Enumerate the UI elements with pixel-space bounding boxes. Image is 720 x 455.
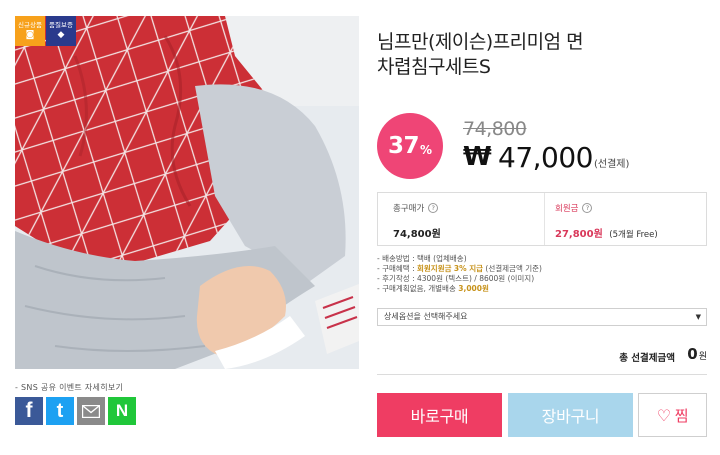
currency-symbol: ₩ — [463, 142, 492, 172]
buy-now-button[interactable]: 바로구매 — [377, 393, 502, 437]
original-price: 74,800 — [463, 118, 527, 140]
facebook-icon: f — [25, 399, 33, 422]
product-title-line2: 차렵침구세트S — [377, 56, 491, 78]
facebook-share-button[interactable]: f — [15, 397, 43, 425]
member-subsidy: 회원지원금 — [417, 264, 452, 273]
membership-sub: (5개월 Free) — [609, 230, 658, 240]
individual-shipping-prefix: - 구매계획없음, 개별배송 — [377, 284, 459, 293]
wishlist-button[interactable]: ♡ 찜 — [638, 393, 707, 437]
total-purchase-price: 총구매가 ? 74,800원 — [378, 193, 544, 245]
option-select[interactable]: 상세옵션을 선택해주세요 ▼ — [377, 308, 707, 326]
price-info-box: 총구매가 ? 74,800원 회원금 ? 27,800원 (5개월 Free) — [377, 192, 707, 246]
diamond-icon: ◆ — [57, 30, 65, 41]
option-select-placeholder: 상세옵션을 선택해주세요 — [384, 312, 468, 321]
review-reward: - 후기작성 : 4300원 (텍스트) / 8600원 (이미지) — [377, 274, 535, 283]
sale-price: 47,000 — [498, 141, 593, 174]
shipping-fee: 3,000원 — [458, 284, 489, 293]
membership-value: 27,800원 — [555, 229, 603, 240]
total-prepayment-value: 0원 — [687, 345, 707, 363]
membership-fee: 회원금 ? 27,800원 (5개월 Free) — [544, 193, 706, 245]
product-title: 님프만(제이슨)프리미엄 면 차렵침구세트S — [377, 30, 697, 80]
discount-rate: 37 — [387, 133, 420, 159]
email-share-button[interactable] — [77, 397, 105, 425]
heart-icon: ♡ — [656, 405, 671, 425]
subsidy-rate: 3% 지급 — [453, 264, 484, 273]
total-unit: 원 — [698, 352, 707, 362]
new-product-icon: ◙ — [25, 30, 35, 41]
naver-icon: N — [115, 401, 129, 420]
add-to-cart-button[interactable]: 장바구니 — [508, 393, 633, 437]
help-icon[interactable]: ? — [582, 203, 593, 213]
discount-badge: 37 % — [377, 113, 443, 179]
mail-icon — [82, 404, 100, 418]
help-icon[interactable]: ? — [428, 203, 439, 213]
sns-event-link[interactable]: - SNS 공유 이벤트 자세히보기 — [15, 382, 123, 393]
total-prepayment-label: 총 선결제금액 — [619, 353, 675, 364]
purchase-benefit: - 구매혜택 : 회원지원금 3% 지급 (선결제금액 기준) — [377, 264, 542, 274]
twitter-share-button[interactable]: t — [46, 397, 74, 425]
total-purchase-label: 총구매가 — [393, 204, 425, 214]
purchase-benefit-suffix: (선결제금액 기준) — [483, 264, 542, 273]
bedding-illustration — [15, 16, 359, 369]
discount-unit: % — [419, 143, 433, 157]
naver-share-button[interactable]: N — [108, 397, 136, 425]
quality-guarantee-badge: 품질보증 ◆ — [46, 16, 76, 46]
product-details-list: - 배송방법 : 택배 (업체배송) - 구매혜택 : 회원지원금 3% 지급 … — [377, 254, 542, 294]
new-product-badge: 신규상품 ◙ — [15, 16, 45, 46]
quality-guarantee-badge-label: 품질보증 — [49, 20, 73, 29]
product-title-line1: 님프만(제이슨)프리미엄 면 — [377, 31, 584, 53]
payment-note: (선결제) — [594, 159, 630, 170]
total-purchase-value: 74,800원 — [393, 229, 441, 240]
new-product-badge-label: 신규상품 — [18, 20, 42, 29]
product-image: 신규상품 ◙ 품질보증 ◆ — [15, 16, 359, 369]
individual-shipping: - 구매계획없음, 개별배송 3,000원 — [377, 284, 542, 294]
membership-label: 회원금 — [555, 204, 579, 214]
wishlist-label: 찜 — [674, 406, 689, 425]
twitter-icon: t — [56, 399, 64, 422]
total-prepayment-row: 총 선결제금액 0원 — [377, 342, 707, 375]
chevron-down-icon: ▼ — [695, 313, 701, 321]
sns-share-bar: f t N — [15, 397, 136, 425]
purchase-benefit-prefix: - 구매혜택 : — [377, 264, 417, 273]
shipping-method: - 배송방법 : 택배 (업체배송) — [377, 254, 467, 263]
total-amount: 0 — [687, 345, 698, 363]
